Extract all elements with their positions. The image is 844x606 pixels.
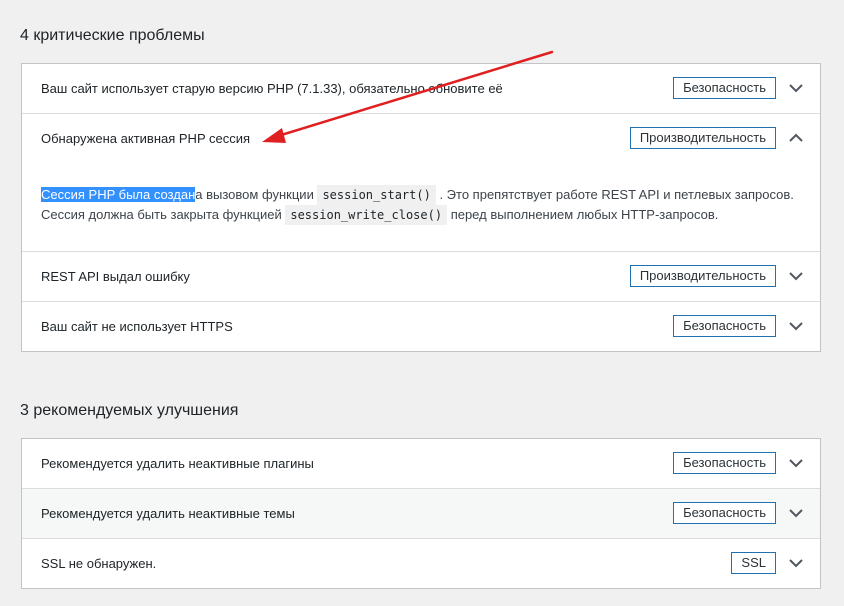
issue-title: REST API выдал ошибку [41,269,190,284]
improvement-inactive-plugins-toggle[interactable]: Рекомендуется удалить неактивные плагины… [22,439,820,488]
critical-issues-accordion: Ваш сайт использует старую версию PHP (7… [21,63,821,352]
selected-text: Сессия PHP была создан [41,187,196,202]
description-text: а вызовом функции [195,187,314,202]
ssl-badge: SSL [731,552,776,574]
issue-old-php-toggle[interactable]: Ваш сайт использует старую версию PHP (7… [22,64,820,113]
security-badge: Безопасность [673,315,776,337]
issue-php-session-toggle[interactable]: Обнаружена активная PHP сессия Производи… [22,114,820,163]
chevron-down-icon[interactable] [788,318,804,334]
issue-title: Обнаружена активная PHP сессия [41,131,251,146]
chevron-up-icon[interactable] [788,130,804,146]
issue-php-session: Обнаружена активная PHP сессия Производи… [22,114,820,252]
chevron-down-icon[interactable] [788,455,804,471]
security-badge: Безопасность [673,452,776,474]
issue-title: Рекомендуется удалить неактивные плагины [41,456,314,471]
issue-title: Ваш сайт использует старую версию PHP (7… [41,81,503,96]
critical-issues-heading: 4 критические проблемы [20,27,205,44]
improvement-inactive-themes: Рекомендуется удалить неактивные темы Бе… [22,489,820,539]
issue-php-session-description: Сессия PHP была создана вызовом функции … [22,163,820,251]
issue-title: Ваш сайт не использует HTTPS [41,319,233,334]
improvement-ssl: SSL не обнаружен. SSL [22,539,820,588]
description-text: . Это препятствует работе REST API и пет… [439,187,794,202]
issue-title: Рекомендуется удалить неактивные темы [41,506,295,521]
issue-title: SSL не обнаружен. [41,556,157,571]
code-session-start: session_start() [317,185,436,205]
issue-https-toggle[interactable]: Ваш сайт не использует HTTPS Безопасност… [22,302,820,351]
performance-badge: Производительность [629,127,776,149]
description-text: Сессия должна быть закрыта функцией [41,207,282,222]
description-text: перед выполнением любых HTTP-запросов. [450,207,719,222]
chevron-down-icon[interactable] [788,268,804,284]
security-badge: Безопасность [673,502,776,524]
chevron-down-icon[interactable] [788,80,804,96]
code-session-write-close: session_write_close() [285,205,448,225]
recommended-improvements-accordion: Рекомендуется удалить неактивные плагины… [21,438,821,589]
issue-old-php: Ваш сайт использует старую версию PHP (7… [22,64,820,114]
improvement-ssl-toggle[interactable]: SSL не обнаружен. SSL [22,539,820,588]
issue-rest-api-toggle[interactable]: REST API выдал ошибку Производительность [22,252,820,301]
chevron-down-icon[interactable] [788,505,804,521]
chevron-down-icon[interactable] [788,555,804,571]
improvement-inactive-plugins: Рекомендуется удалить неактивные плагины… [22,439,820,489]
performance-badge: Производительность [629,265,776,287]
issue-https: Ваш сайт не использует HTTPS Безопасност… [22,302,820,351]
recommended-improvements-heading: 3 рекомендуемых улучшения [20,402,239,419]
issue-rest-api: REST API выдал ошибку Производительность [22,252,820,302]
security-badge: Безопасность [673,77,776,99]
improvement-inactive-themes-toggle[interactable]: Рекомендуется удалить неактивные темы Бе… [22,489,820,538]
